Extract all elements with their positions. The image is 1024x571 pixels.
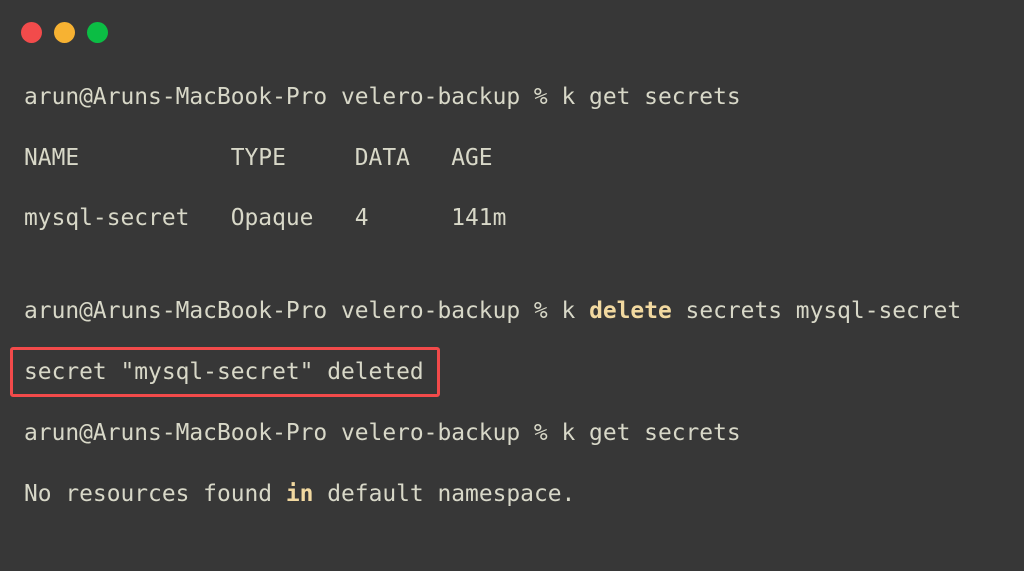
output-text: No resources found [24,481,286,507]
terminal-line-command: arun@Aruns-MacBook-Pro velero-backup % k… [24,82,741,112]
table-header: NAME TYPE DATA AGE [24,145,493,171]
prompt: arun@Aruns-MacBook-Pro velero-backup % [24,298,562,324]
prompt: arun@Aruns-MacBook-Pro velero-backup % [24,420,562,446]
command: k get secrets [561,84,741,110]
window-controls [21,22,108,43]
prompt: arun@Aruns-MacBook-Pro velero-backup % [24,84,562,110]
minimize-button[interactable] [54,22,75,43]
maximize-button[interactable] [87,22,108,43]
keyword: in [285,481,314,507]
output-line: No resources found in default namespace. [24,479,575,509]
output-text: default namespace. [313,481,576,507]
table-row: mysql-secret Opaque 4 141m [24,205,507,231]
command: k get secrets [561,420,741,446]
output-line: secret "mysql-secret" deleted [24,359,424,385]
keyword: delete [589,298,672,324]
command-args: secrets mysql-secret [671,298,962,324]
terminal-line-command: arun@Aruns-MacBook-Pro velero-backup % k… [24,418,741,448]
command: k [561,298,590,324]
close-button[interactable] [21,22,42,43]
terminal-line-command: arun@Aruns-MacBook-Pro velero-backup % k… [24,296,961,326]
